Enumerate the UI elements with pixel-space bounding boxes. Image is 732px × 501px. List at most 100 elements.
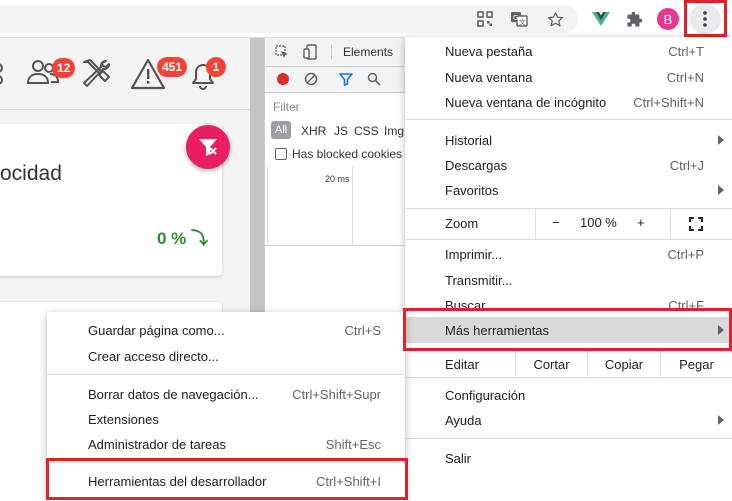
menu-item-history[interactable]: Historial [405,128,732,152]
type-filter-js[interactable]: JS [334,124,348,138]
submenu-arrow-icon [718,325,724,335]
menu-item-incognito[interactable]: Nueva ventana de incógnito Ctrl+Shift+N [405,90,732,114]
submenu-item-create-shortcut[interactable]: Crear acceso directo... [47,344,405,368]
type-filter-xhr[interactable]: XHR [301,124,326,138]
filter-off-icon [199,139,217,156]
menu-label: Nueva ventana [445,69,533,85]
zoom-level: 100 % [580,215,617,230]
record-icon[interactable] [277,73,289,85]
menu-shortcut: Ctrl+P [667,246,704,262]
submenu-label: Borrar datos de navegación... [88,386,259,402]
has-blocked-cookies-label: Has blocked cookies [292,147,403,161]
menu-shortcut: Ctrl+Shift+N [633,94,704,110]
submenu-label: Extensiones [88,411,159,427]
more-tools-submenu: Guardar página como... Ctrl+S Crear acce… [47,312,405,501]
vue-devtools-icon[interactable] [589,7,613,31]
card-title: ocidad [0,162,62,185]
fullscreen-icon[interactable] [689,217,703,231]
submenu-shortcut: Ctrl+S [344,322,381,338]
zoom-out-button[interactable]: − [552,215,560,230]
menu-label: Ayuda [445,412,482,428]
menu-label: Más herramientas [445,322,550,338]
submenu-item-clear-data[interactable]: Borrar datos de navegación... Ctrl+Shift… [47,382,405,406]
menu-item-help[interactable]: Ayuda [405,408,732,432]
filter-input[interactable]: Filter [273,100,300,114]
submenu-item-save-page[interactable]: Guardar página como... Ctrl+S [47,318,405,342]
tab-elements[interactable]: Elements [343,45,393,59]
menu-label: Historial [445,132,492,148]
extensions-icon[interactable] [622,7,646,31]
menu-item-print[interactable]: Imprimir... Ctrl+P [405,242,732,266]
menu-shortcut: Ctrl+J [669,157,704,173]
zoom-controls: − 100 % + [535,209,671,239]
svg-text:文: 文 [519,18,526,27]
has-blocked-cookies-option[interactable]: Has blocked cookies [275,147,402,161]
users-badge: 12 [52,58,76,78]
star-icon[interactable] [543,7,567,31]
menu-item-find[interactable]: Buscar Ctrl+F [405,293,732,317]
filter-icon[interactable] [339,72,353,89]
menu-item-zoom: Zoom − 100 % + [405,209,732,239]
alerts-badge: 451 [157,57,188,77]
menu-label: Nueva ventana de incógnito [445,94,607,110]
menu-item-edit: Editar Cortar Copiar Pegar [405,351,732,377]
timeline-label: 20 ms [325,174,350,184]
network-overview: 20 ms [265,166,407,246]
settings-icon[interactable] [0,58,28,92]
menu-item-new-window[interactable]: Nueva ventana Ctrl+N [405,65,732,89]
type-filter-all[interactable]: All [271,121,291,139]
submenu-item-extensions[interactable]: Extensiones [47,407,405,431]
network-toolbar [265,67,407,93]
menu-label: Imprimir... [445,246,503,262]
translate-icon[interactable]: G文 [507,7,531,31]
menu-shortcut: Ctrl+F [668,297,704,313]
notifications-badge: 1 [206,57,226,77]
card-value: 0 % ⤵ [156,229,208,248]
menu-item-exit[interactable]: Salir [405,446,732,470]
menu-item-new-tab[interactable]: Nueva pestaña Ctrl+T [405,39,732,63]
filter-fab-button[interactable] [186,125,230,169]
menu-label: Nueva pestaña [445,43,533,59]
profile-avatar[interactable]: B [657,8,679,30]
menu-label: Configuración [445,387,526,403]
submenu-shortcut: Ctrl+Shift+Supr [292,386,381,402]
edit-label: Editar [445,357,479,372]
paste-button[interactable]: Pegar [660,351,732,377]
timeline-gridline [267,166,268,246]
submenu-item-task-manager[interactable]: Administrador de tareas Shift+Esc [47,432,405,456]
has-blocked-cookies-checkbox[interactable] [275,148,287,160]
menu-item-downloads[interactable]: Descargas Ctrl+J [405,153,732,177]
menu-item-settings[interactable]: Configuración [405,383,732,407]
menu-label: Transmitir... [445,272,513,288]
menu-shortcut: Ctrl+T [668,43,704,59]
menu-shortcut: Ctrl+N [666,69,704,85]
cut-button[interactable]: Cortar [515,351,587,377]
menu-item-cast[interactable]: Transmitir... [405,268,732,292]
menu-label: Buscar [445,297,486,313]
browser-toolbar: G文 B [0,0,732,38]
type-filter-img[interactable]: Img [384,124,404,138]
menu-item-more-tools[interactable]: Más herramientas [405,317,732,343]
tools-icon[interactable] [80,58,114,92]
zoom-in-button[interactable]: + [637,215,645,230]
copy-button[interactable]: Copiar [587,351,660,377]
search-icon[interactable] [367,72,381,89]
toolbar-divider [331,44,332,60]
submenu-label: Herramientas del desarrollador [88,473,267,489]
submenu-label: Crear acceso directo... [88,348,219,364]
menu-item-bookmarks[interactable]: Favoritos [405,178,732,202]
submenu-separator [47,374,405,375]
clear-icon[interactable] [304,72,318,89]
type-filter-css[interactable]: CSS [354,124,379,138]
app-bar: 12 451 1 [0,38,250,110]
submenu-item-dev-tools[interactable]: Herramientas del desarrollador Ctrl+Shif… [47,469,405,493]
menu-separator [405,239,732,240]
zoom-label: Zoom [445,216,479,231]
submenu-arrow-icon [718,185,724,195]
device-toolbar-icon[interactable] [303,44,317,63]
menu-label: Salir [445,450,472,466]
qr-code-icon[interactable] [473,7,497,31]
inspect-element-icon[interactable] [275,45,289,62]
submenu-arrow-icon [718,135,724,145]
menu-separator [405,119,732,120]
